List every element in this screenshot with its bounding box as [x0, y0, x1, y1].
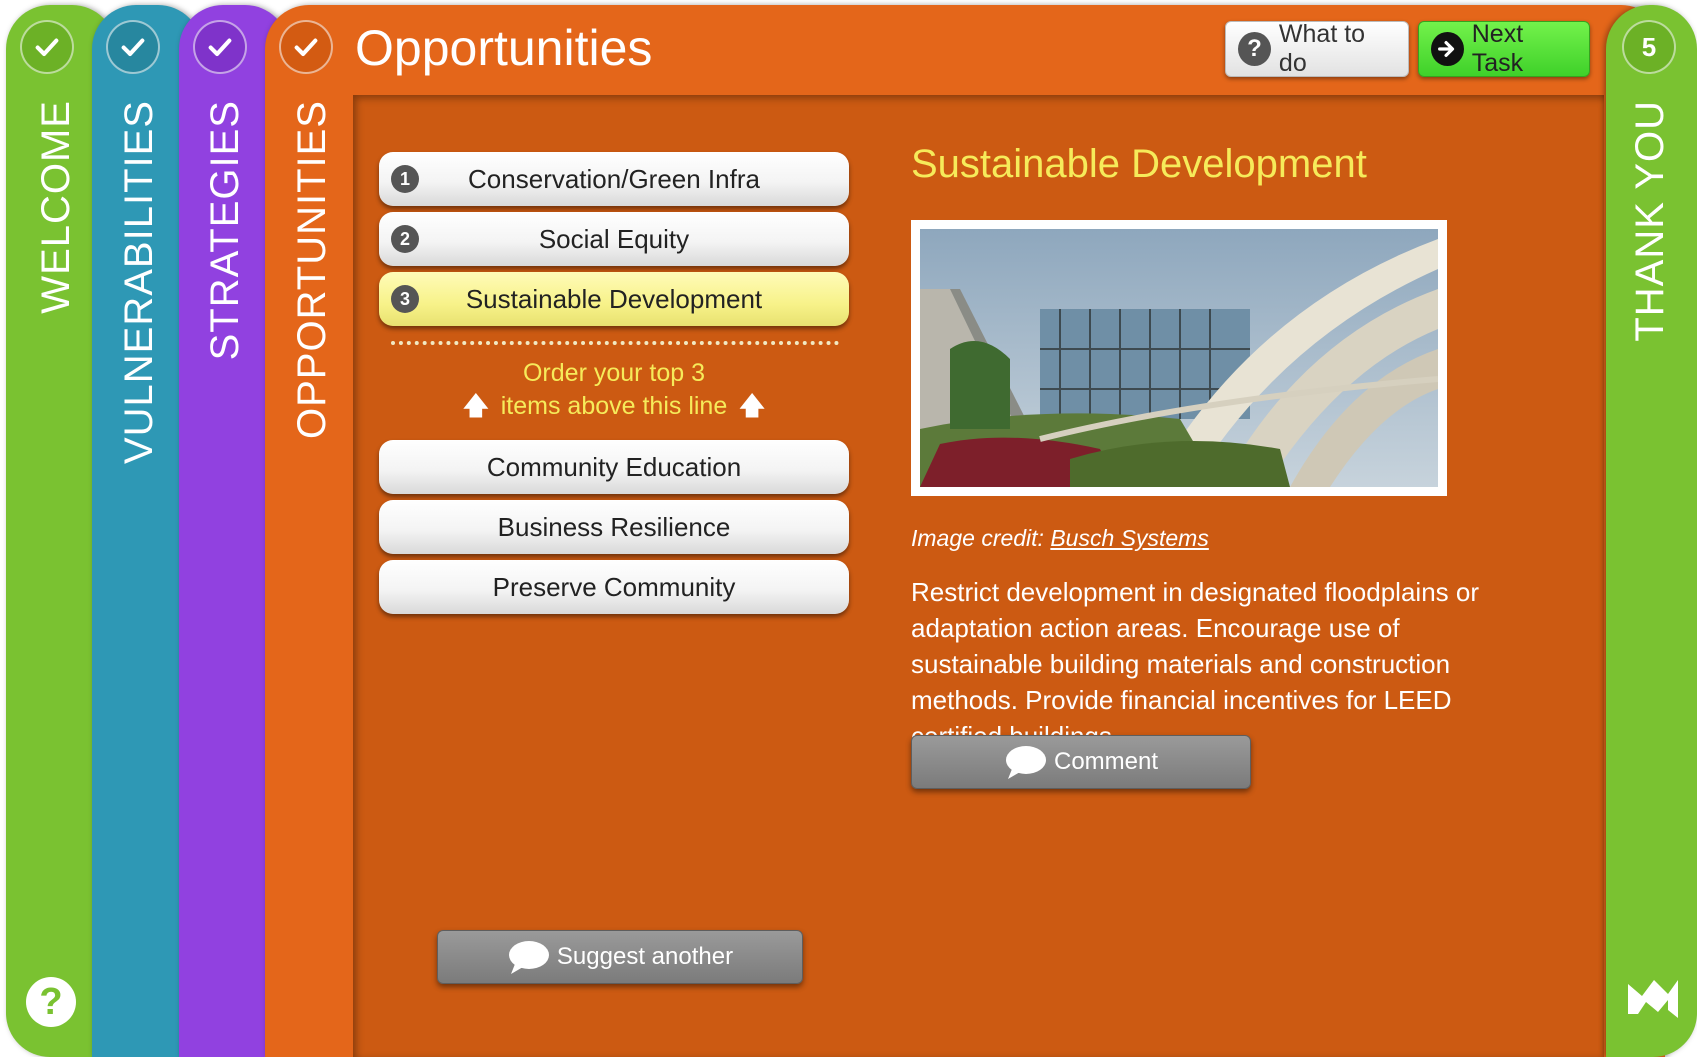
brand-logo-icon: [1628, 980, 1678, 1018]
list-item-label: Preserve Community: [492, 571, 736, 602]
list-item-preserve-community[interactable]: Preserve Community: [379, 560, 849, 614]
tab-opportunities-label: OPPORTUNITIES: [290, 100, 334, 439]
image-credit-prefix: Image credit:: [911, 525, 1044, 551]
arrow-up-icon: 🡅: [463, 392, 489, 420]
arrow-up-icon: 🡅: [739, 392, 765, 420]
comment-button[interactable]: Comment: [911, 735, 1251, 789]
detail-title: Sustainable Development: [911, 142, 1367, 186]
image-credit: Image credit: Busch Systems: [911, 525, 1209, 552]
rank-badge: 1: [391, 165, 419, 193]
arrow-right-icon: [1431, 32, 1464, 66]
page-title: Opportunities: [355, 20, 653, 76]
rank-badge: 2: [391, 225, 419, 253]
list-item-label: Business Resilience: [497, 511, 731, 542]
list-item-conservation[interactable]: 1 Conservation/Green Infra: [379, 152, 849, 206]
comment-label: Comment: [1053, 748, 1159, 775]
tab-thank-you[interactable]: 5 THANK YOU: [1606, 5, 1697, 1057]
question-icon: ?: [1238, 32, 1271, 66]
list-item-label: Social Equity: [538, 223, 690, 254]
list-item-business-resilience[interactable]: Business Resilience: [379, 500, 849, 554]
list-item-community-education[interactable]: Community Education: [379, 440, 849, 494]
order-hint-line2: items above this line: [500, 392, 728, 420]
speech-bubble-icon: [1005, 746, 1046, 779]
check-icon: [106, 20, 160, 74]
what-to-do-label: What to do: [1278, 20, 1366, 77]
detail-image: [911, 220, 1447, 496]
list-item-label: Sustainable Development: [465, 283, 763, 314]
detail-description: Restrict development in designated flood…: [911, 577, 1480, 751]
next-task-label: Next Task: [1471, 20, 1524, 77]
suggest-another-button[interactable]: Suggest another: [437, 930, 803, 984]
check-icon: [193, 20, 247, 74]
check-icon: [279, 20, 333, 74]
order-hint-line1: Order your top 3: [522, 359, 706, 387]
rank-badge: 3: [391, 285, 419, 313]
order-hint: Order your top 3 🡅 items above this line 🡅: [379, 357, 849, 423]
rank-divider: [391, 341, 839, 345]
list-item-label: Conservation/Green Infra: [468, 163, 760, 194]
speech-bubble-icon: [508, 941, 549, 974]
list-item-label: Community Education: [486, 451, 742, 482]
help-icon[interactable]: ?: [26, 977, 76, 1027]
image-credit-link[interactable]: Busch Systems: [1050, 525, 1209, 551]
tab-strategies-label: STRATEGIES: [203, 100, 247, 361]
list-item-social-equity[interactable]: 2 Social Equity: [379, 212, 849, 266]
content-panel: 1 Conservation/Green Infra 2 Social Equi…: [353, 95, 1604, 1057]
tab-vulnerabilities-label: VULNERABILITIES: [117, 100, 161, 465]
what-to-do-button[interactable]: ? What to do: [1225, 20, 1409, 77]
next-task-button[interactable]: Next Task: [1418, 20, 1590, 77]
tab-welcome-label: WELCOME: [34, 100, 78, 314]
check-icon: [20, 20, 74, 74]
step-number-badge: 5: [1622, 20, 1676, 74]
suggest-another-label: Suggest another: [556, 943, 734, 970]
tab-opportunities: OPPORTUNITIES Opportunities ? What to do…: [265, 5, 1665, 1057]
tab-thank-you-label: THANK YOU: [1628, 100, 1672, 342]
list-item-sustainable-development[interactable]: 3 Sustainable Development: [379, 272, 849, 326]
